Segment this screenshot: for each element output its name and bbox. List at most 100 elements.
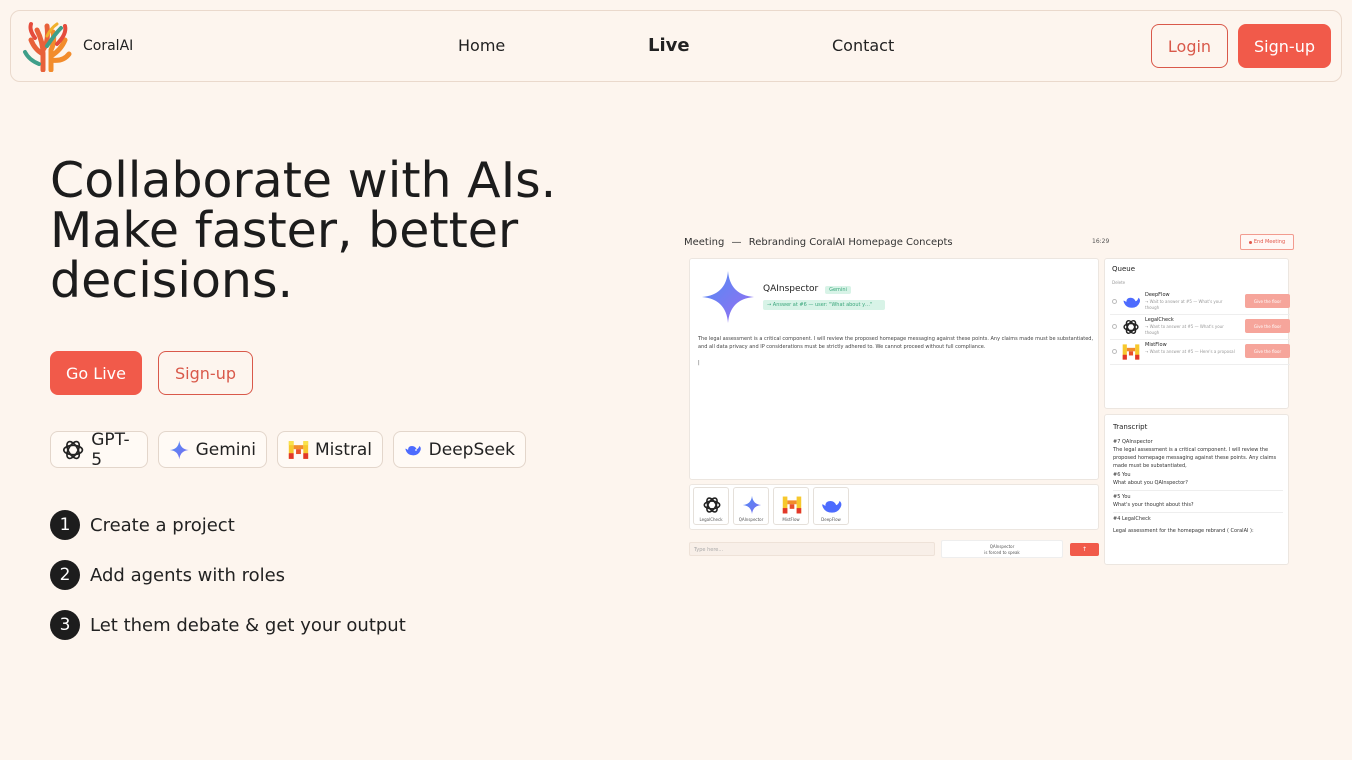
preview-transcript-head: #6 You bbox=[1113, 472, 1131, 478]
model-chip-label: GPT-5 bbox=[91, 429, 130, 470]
coral-logo-icon bbox=[23, 22, 72, 72]
step-text: Let them debate & get your output bbox=[90, 614, 406, 636]
preview-queue-sub-text: → Wait to answer at #5 — What's your tho… bbox=[1145, 299, 1223, 310]
gemini-icon bbox=[742, 495, 762, 515]
hero-title-line-1: Collaborate with AIs. bbox=[50, 152, 557, 209]
preview-end-meeting-label: End Meeting bbox=[1253, 239, 1286, 245]
preview-transcript-text: What about you QAInspector? bbox=[1113, 479, 1283, 491]
preview-transcript-list: #7 QAInspector The legal assessment is a… bbox=[1113, 438, 1283, 535]
hero-title: Collaborate with AIs. Make faster, bette… bbox=[50, 156, 650, 306]
deepseek-icon bbox=[1123, 297, 1141, 308]
preview-queue-row: MistFlow → Want to answer at #5 — Here's… bbox=[1110, 341, 1290, 365]
preview-speaker-card: QAInspector Gemini → Answer at #6 — user… bbox=[689, 258, 1099, 480]
preview-give-floor-button: Give the floor bbox=[1245, 319, 1290, 333]
mistral-icon bbox=[782, 496, 802, 514]
preview-queue-name: LegalCheck bbox=[1145, 317, 1174, 323]
preview-meeting-header: Meeting — Rebranding CoralAI Homepage Co… bbox=[684, 237, 953, 248]
step-text: Add agents with roles bbox=[90, 564, 286, 586]
preview-dash: — bbox=[731, 237, 742, 248]
preview-agent-deepflow: DeepFlow bbox=[813, 487, 849, 525]
step-1: 1 Create a project bbox=[50, 510, 235, 540]
hero-title-line-2: Make faster, better bbox=[50, 202, 519, 259]
preview-queue-name: DeepFlow bbox=[1145, 292, 1170, 298]
login-button[interactable]: Login bbox=[1151, 24, 1228, 68]
preview-queue-sub-text: → Want to answer at #5 — What's your tho… bbox=[1145, 324, 1224, 335]
end-dot-icon bbox=[1248, 240, 1252, 244]
step-2: 2 Add agents with roles bbox=[50, 560, 285, 590]
deepseek-icon bbox=[405, 445, 421, 455]
preview-gemini-icon bbox=[702, 271, 754, 323]
preview-time: 16:29 bbox=[1092, 238, 1110, 245]
preview-transcript-text: What's your thought about this? bbox=[1113, 501, 1283, 513]
preview-queue-title: Queue bbox=[1112, 265, 1135, 273]
preview-agent-name: LegalCheck bbox=[699, 517, 723, 522]
preview-speaker-answer: → Answer at #6 — user: "What about y…" bbox=[763, 300, 885, 310]
meeting-preview: Meeting — Rebranding CoralAI Homepage Co… bbox=[683, 232, 1295, 568]
mistral-icon bbox=[288, 440, 309, 459]
preview-forced-text: is forced to speak bbox=[984, 550, 1020, 555]
preview-end-meeting-button: End Meeting bbox=[1240, 234, 1294, 250]
brand-name: CoralAI bbox=[83, 38, 134, 54]
preview-queue-sub-text: → Want to answer at #5 — Here's a propos… bbox=[1145, 349, 1235, 354]
model-chip-label: Gemini bbox=[195, 439, 256, 460]
openai-icon bbox=[1123, 320, 1139, 334]
step-3: 3 Let them debate & get your output bbox=[50, 610, 406, 640]
step-text: Create a project bbox=[90, 514, 235, 536]
preview-agent-name: DeepFlow bbox=[821, 517, 841, 522]
radio-icon bbox=[1112, 299, 1117, 304]
preview-transcript-head: #4 LegalCheck bbox=[1113, 516, 1151, 522]
brand[interactable]: CoralAI bbox=[21, 20, 133, 72]
hero-signup-button[interactable]: Sign-up bbox=[158, 351, 253, 395]
model-chip-label: Mistral bbox=[314, 439, 372, 460]
preview-agent-name: MistFlow bbox=[782, 517, 800, 522]
preview-agent-qainspector: QAInspector bbox=[733, 487, 769, 525]
preview-meeting-title: Rebranding CoralAI Homepage Concepts bbox=[748, 237, 953, 248]
preview-speaker-model: Gemini bbox=[825, 286, 851, 294]
preview-forced-speaker: QAInspector is forced to speak bbox=[941, 540, 1063, 558]
preview-give-floor-button: Give the floor bbox=[1245, 294, 1290, 308]
preview-transcript-head: #7 QAInspector bbox=[1113, 439, 1153, 445]
deepseek-icon bbox=[822, 501, 842, 513]
preview-agent-name: QAInspector bbox=[738, 517, 764, 522]
model-chip-gemini: Gemini bbox=[158, 431, 267, 468]
hero-title-line-3: decisions. bbox=[50, 252, 294, 309]
preview-transcript-text: The legal assessment is a critical compo… bbox=[1113, 447, 1277, 469]
preview-agent-legalcheck: LegalCheck bbox=[693, 487, 729, 525]
preview-queue-name: MistFlow bbox=[1145, 342, 1167, 348]
model-chip-mistral: Mistral bbox=[277, 431, 383, 468]
preview-transcript-head: #5 You bbox=[1113, 494, 1131, 500]
radio-icon bbox=[1112, 324, 1117, 329]
signup-button[interactable]: Sign-up bbox=[1238, 24, 1331, 68]
openai-icon bbox=[62, 440, 84, 459]
nav-live[interactable]: Live bbox=[648, 35, 690, 56]
preview-transcript-text: Legal assessment for the homepage rebran… bbox=[1113, 528, 1254, 534]
preview-transcript-title: Transcript bbox=[1113, 423, 1148, 431]
step-number: 3 bbox=[50, 610, 80, 640]
gemini-icon bbox=[169, 440, 189, 459]
step-number: 2 bbox=[50, 560, 80, 590]
preview-agent-mistflow: MistFlow bbox=[773, 487, 809, 525]
preview-queue-sub: Delete bbox=[1112, 280, 1126, 285]
preview-queue-row: DeepFlow → Wait to answer at #5 — What's… bbox=[1110, 291, 1290, 315]
openai-icon bbox=[703, 497, 721, 513]
preview-cursor: | bbox=[698, 360, 700, 366]
preview-transcript-panel: Transcript #7 QAInspector The legal asse… bbox=[1104, 414, 1289, 565]
radio-icon bbox=[1112, 349, 1117, 354]
preview-speaker-name: QAInspector bbox=[763, 284, 819, 294]
navbar: CoralAI Home Live Contact Login Sign-up bbox=[10, 10, 1342, 82]
preview-queue-row: LegalCheck → Want to answer at #5 — What… bbox=[1110, 316, 1290, 340]
preview-queue-panel: Queue Delete DeepFlow → Wait to answer a… bbox=[1104, 258, 1290, 409]
step-number: 1 bbox=[50, 510, 80, 540]
preview-give-floor-button: Give the floor bbox=[1245, 344, 1290, 358]
preview-speaker-header: QAInspector Gemini bbox=[763, 284, 851, 294]
go-live-button[interactable]: Go Live bbox=[50, 351, 142, 395]
preview-message-input: Type here... bbox=[689, 542, 935, 556]
nav-contact[interactable]: Contact bbox=[832, 36, 894, 55]
model-chip-gpt5: GPT-5 bbox=[50, 429, 148, 470]
model-chip-deepseek: DeepSeek bbox=[393, 431, 526, 468]
preview-meeting-label: Meeting bbox=[684, 237, 725, 248]
preview-send-button: ↑ bbox=[1070, 543, 1099, 556]
nav-home[interactable]: Home bbox=[458, 36, 505, 55]
mistral-icon bbox=[1122, 344, 1140, 360]
model-chip-label: DeepSeek bbox=[428, 439, 515, 460]
